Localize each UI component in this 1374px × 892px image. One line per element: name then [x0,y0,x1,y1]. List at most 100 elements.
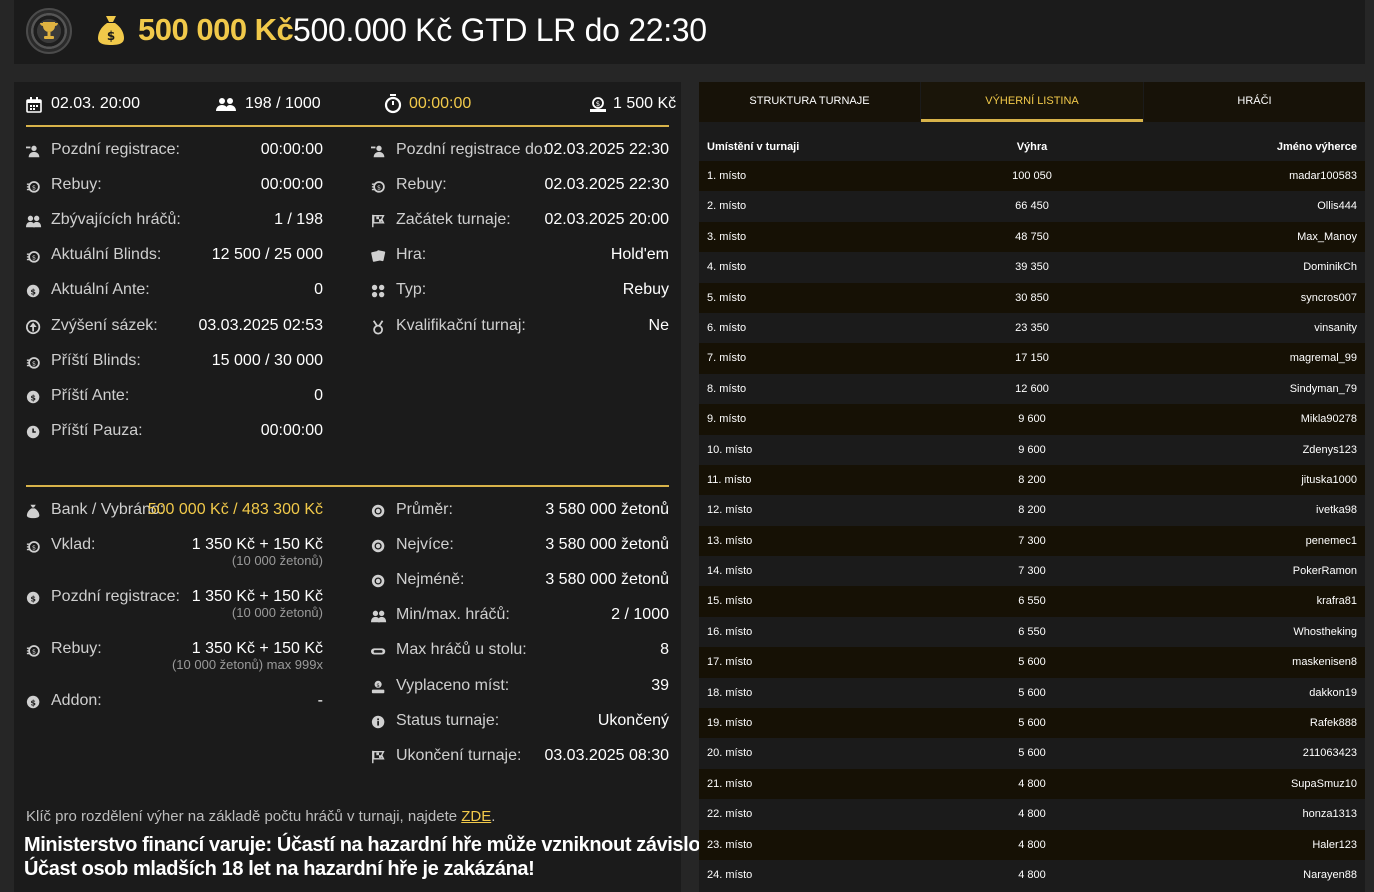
info-label: Rebuy: [396,176,447,194]
tab-structure[interactable]: STRUKTURA TURNAJE [699,82,920,122]
info-value: 1 / 198 [274,211,323,229]
info-row: Hra: Hold'em [371,246,669,270]
table-row: 22. místo 4 800 honza1313 [699,799,1365,829]
prize-cell: 66 450 [1015,200,1049,213]
prize-key-note: Klíč pro rozdělení výher na základě počt… [26,808,496,825]
info-value: - [317,692,323,709]
info-row: Pozdní registrace do: 02.03.2025 22:30 [371,141,669,165]
prize-cell: 4 800 [1018,838,1046,851]
next-ante-icon: $ [26,390,40,403]
info-value: 3 580 000 žetonů [545,571,669,589]
money-bag-icon: $ [98,16,124,45]
prize-cell: 48 750 [1015,230,1049,243]
place-cell: 6. místo [707,321,747,334]
info-label: Nejméně: [396,571,465,589]
winner-cell: dakkon19 [1309,686,1357,699]
info-label: Začátek turnaje: [396,211,511,229]
table-header: Umístění v turnaji Výhra Jméno výherce [699,138,1365,160]
next-blinds-icon: $ [26,356,40,369]
svg-text:$: $ [30,288,36,297]
info-label: Příští Pauza: [51,421,143,439]
info-value: 8 [660,641,669,659]
info-value: 02.03.2025 22:30 [544,176,669,194]
svg-text:$: $ [30,595,36,604]
late-registration-icon [26,145,40,158]
svg-text:$: $ [377,185,381,192]
winner-cell: krafra81 [1316,595,1357,608]
cards-icon [371,250,386,263]
place-cell: 5. místo [707,291,747,304]
svg-text:$: $ [107,29,115,43]
place-cell: 2. místo [707,200,747,213]
winner-cell: Max_Manoy [1297,230,1357,243]
winner-cell: madar100583 [1289,170,1357,182]
winner-cell: magremal_99 [1289,352,1357,365]
gambling-warning: Ministerstvo financí varuje: Účastí na h… [24,834,724,856]
info-row: $ Vyplaceno míst: 39 [371,677,669,701]
info-value: Rebuy [622,281,669,299]
info-subvalue: (10 000 žetonů) [231,605,323,620]
addon-icon: $ [26,695,40,709]
info-value: 02.03.2025 22:30 [544,141,669,158]
svg-text:$: $ [32,360,36,367]
place-cell: 20. místo [707,747,753,760]
table-row: 9. místo 9 600 Mikla90278 [699,404,1365,435]
table-row: 12. místo 8 200 ivetka98 [699,495,1365,525]
ante-icon: $ [26,285,40,298]
place-cell: 18. místo [707,686,753,699]
info-row: Kvalifikační turnaj: Ne [371,317,669,341]
tournament-title: 500.000 Kč GTD LR do 22:30 [293,12,707,48]
prize-cell: 23 350 [1015,321,1049,334]
table-row: 10. místo 9 600 Zdenys123 [699,435,1365,465]
info-value: 1 350 Kč + 150 Kč [191,588,323,605]
flag-icon [372,214,385,228]
info-label: Status turnaje: [396,711,500,729]
info-row: Min/max. hráčů: 2 / 1000 [371,606,669,630]
table-row: 7. místo 17 150 magremal_99 [699,343,1365,374]
place-cell: 23. místo [707,838,753,851]
prize-cell: 7 300 [1018,534,1046,547]
prize-cell: 5 600 [1018,747,1046,760]
table-row: 19. místo 5 600 Rafek888 [699,708,1365,739]
prize-cell: 9 600 [1018,413,1046,426]
deposit-icon: $ [26,541,40,553]
tab-prize-list[interactable]: VÝHERNÍ LISTINA [921,82,1143,122]
info-row: $ Aktuální Blinds: 12 500 / 25 000 [26,246,323,270]
info-value: 15 000 / 30 000 [211,351,323,369]
svg-text:$: $ [32,545,36,552]
info-row: $ Rebuy: 00:00:00 [26,176,323,200]
players-icon [26,215,42,228]
late-reg-coin-icon: $ [26,591,40,605]
info-row: $ Pozdní registrace: 1 350 Kč + 150 Kč (10 … [26,588,323,620]
info-label: Ukončení turnaje: [396,746,522,764]
prize-cell: 17 150 [1015,352,1049,365]
info-value: Ukončený [597,711,669,729]
prize-cell: 5 600 [1018,686,1046,699]
prize-cell: 5 600 [1018,656,1046,669]
tab-players[interactable]: HRÁČI [1144,82,1365,122]
winner-cell: penemec1 [1305,534,1357,547]
bank-value: 500 000 Kč / 483 300 Kč [147,501,323,518]
info-row: Status turnaje: Ukončený [371,712,669,736]
place-cell: 22. místo [707,808,753,821]
winner-cell: maskenisen8 [1292,656,1357,669]
place-cell: 9. místo [707,413,747,426]
info-label: Průměr: [396,501,453,518]
winner-cell: Haler123 [1312,838,1357,851]
info-row: Ukončení turnaje: 03.03.2025 08:30 [371,747,669,771]
winner-cell: PokerRamon [1292,565,1357,578]
prize-cell: 8 200 [1018,504,1046,517]
info-label: Rebuy: [51,640,102,657]
info-value: 1 350 Kč + 150 Kč [191,640,323,657]
place-cell: 21. místo [707,777,753,790]
info-label: Min/max. hráčů: [396,606,510,624]
winner-cell: syncros007 [1300,291,1357,304]
winner-cell: honza1313 [1302,808,1357,821]
column-header-place: Umístění v turnaji [707,141,800,153]
place-cell: 8. místo [707,382,747,395]
table-row: 4. místo 39 350 DominikCh [699,252,1365,282]
prize-cell: 5 600 [1018,717,1046,730]
winner-cell: 211063423 [1302,747,1357,760]
winner-cell: vinsanity [1314,321,1357,334]
prize-key-link[interactable]: ZDE [461,808,491,825]
